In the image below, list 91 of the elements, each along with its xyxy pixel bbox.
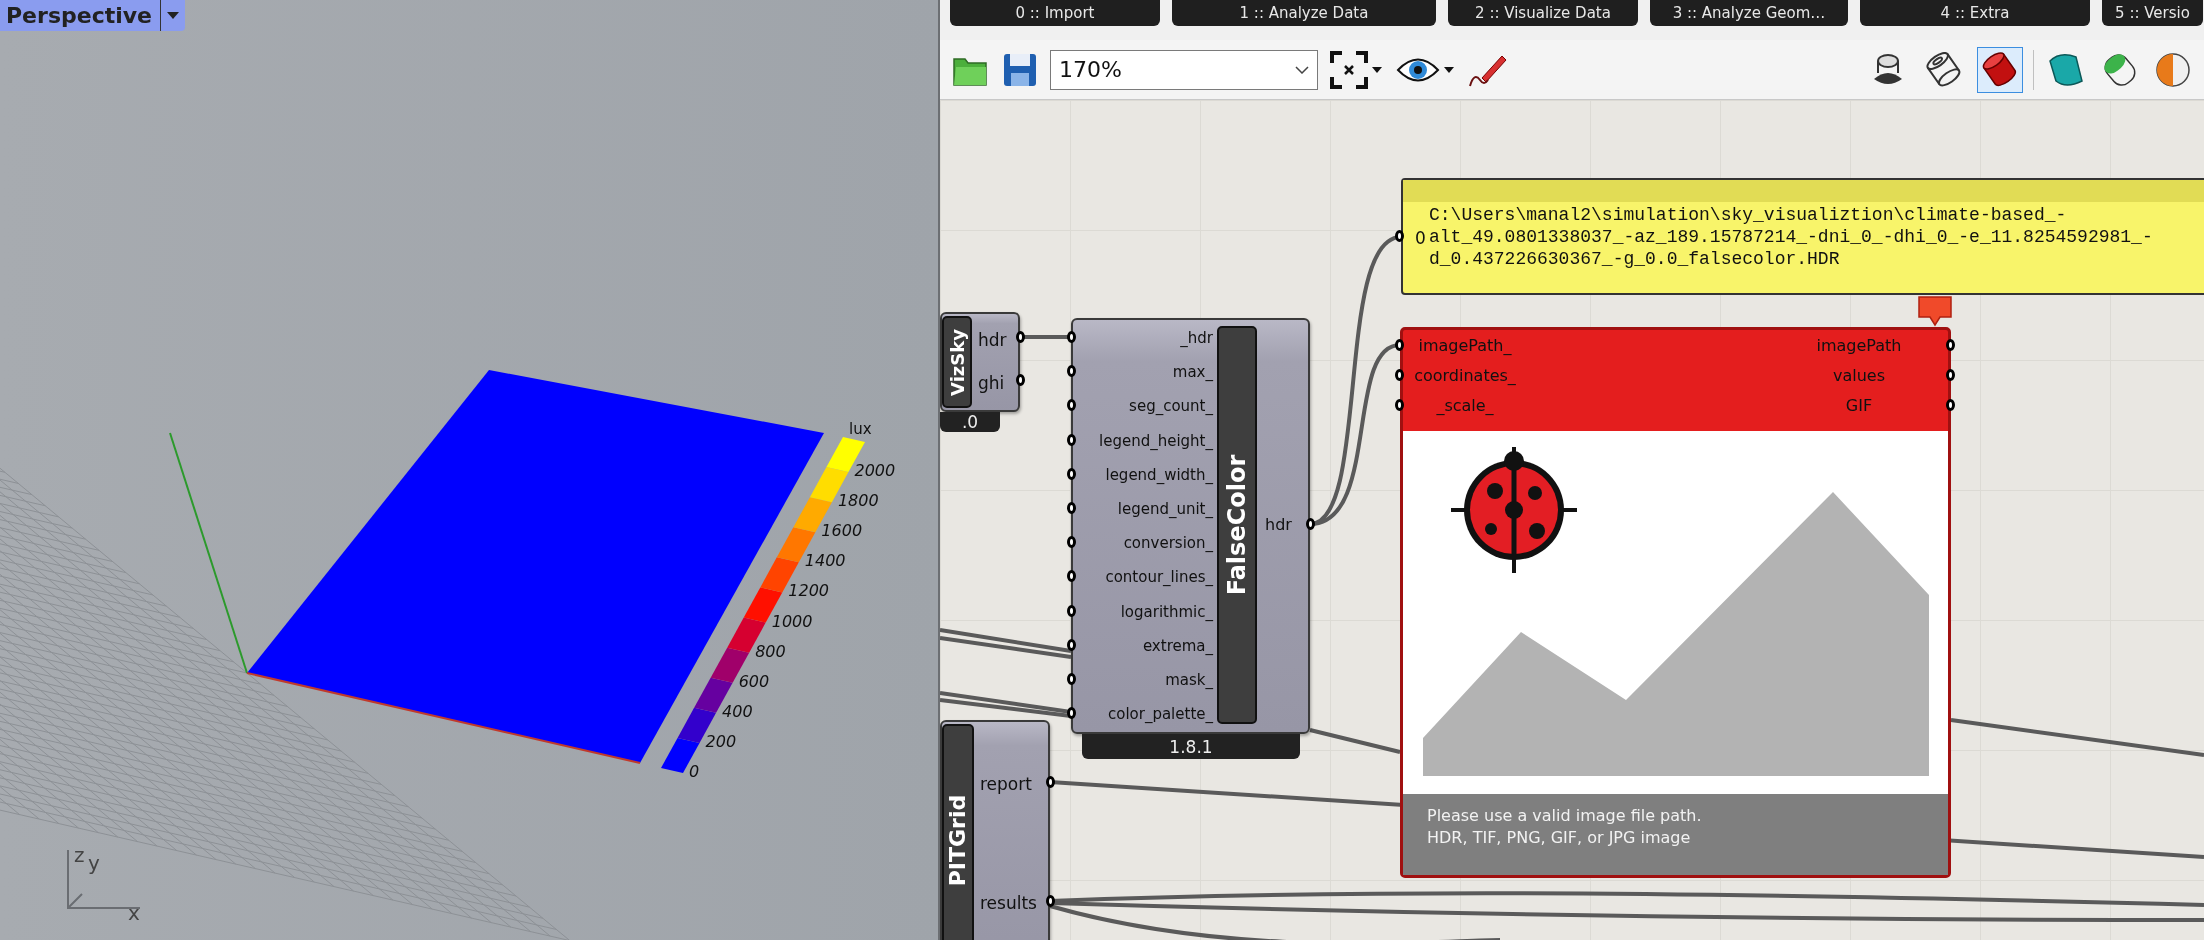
message-text: Please use a valid image file path. xyxy=(1427,806,1703,825)
output-port[interactable] xyxy=(1946,399,1955,411)
legend-label: 800 xyxy=(755,641,786,661)
input-port[interactable] xyxy=(1067,707,1076,720)
component-tab[interactable]: 1 :: Analyze Data xyxy=(1172,0,1436,26)
input-port[interactable] xyxy=(1067,536,1076,549)
output-port[interactable] xyxy=(1946,369,1955,381)
input-port[interactable] xyxy=(1395,339,1404,351)
legend-label: 600 xyxy=(738,671,770,691)
input-port[interactable] xyxy=(1067,467,1076,480)
legend-label: 1000 xyxy=(771,611,813,631)
output-label: ghi xyxy=(978,373,1006,393)
legend-unit: lux xyxy=(849,420,872,438)
component-title-bar: PITGrid xyxy=(942,724,974,940)
input-port[interactable] xyxy=(1067,399,1076,412)
output-label: report xyxy=(980,774,1033,794)
input-label: legend_width_ xyxy=(1104,464,1213,485)
legend-label: 0 xyxy=(689,762,700,781)
legend-label: 200 xyxy=(705,731,737,751)
input-label: color_palette_ xyxy=(1106,704,1213,725)
input-port[interactable] xyxy=(1067,638,1076,651)
shaded-cylinder-icon xyxy=(1981,51,2019,88)
component-tab[interactable]: 5 :: Versio xyxy=(2102,0,2203,26)
panel-index: 0 xyxy=(1415,228,1427,248)
sphere-icon xyxy=(2154,50,2192,89)
image-viewer-node[interactable]: imagePath_ coordinates_ _scale_ imagePath values GIF Please use a valid image file path. HDR, TIF, PNG, GIF, or JPG image xyxy=(1400,327,1951,878)
version-label: 1.8.1 xyxy=(1082,734,1300,759)
component-tab[interactable]: 2 :: Visualize Data xyxy=(1448,0,1638,26)
input-label: legend_height_ xyxy=(1098,430,1213,451)
wireframe-cylinder-icon xyxy=(1925,51,1963,88)
input-label: contour_lines_ xyxy=(1104,567,1213,588)
message-text: HDR, TIF, PNG, GIF, or JPG image xyxy=(1427,828,1692,847)
input-port[interactable] xyxy=(1395,399,1404,411)
caret-icon xyxy=(1372,66,1382,73)
input-label: _hdr xyxy=(1179,328,1213,348)
component-title-bar: FalseColor xyxy=(1217,326,1257,724)
output-port[interactable] xyxy=(1946,339,1955,351)
caret-icon xyxy=(167,12,180,19)
legend-label: 1800 xyxy=(837,491,879,511)
preview-mode-button[interactable] xyxy=(1977,46,2023,93)
input-label: _scale_ xyxy=(1435,396,1495,416)
input-label: coordinates_ xyxy=(1413,366,1517,386)
input-label: seg_count_ xyxy=(1128,396,1213,417)
input-port[interactable] xyxy=(1395,369,1404,381)
component-tab[interactable]: 3 :: Analyze Geom… xyxy=(1650,0,1848,26)
output-port[interactable] xyxy=(1046,895,1055,907)
output-label: hdr xyxy=(978,330,1008,350)
output-port[interactable] xyxy=(1016,331,1025,343)
output-port[interactable] xyxy=(1306,518,1315,530)
output-label: hdr xyxy=(1265,515,1293,535)
output-port[interactable] xyxy=(1046,776,1055,788)
output-label: imagePath xyxy=(1815,336,1903,356)
input-port[interactable] xyxy=(1067,673,1076,685)
output-label: values xyxy=(1831,366,1886,386)
legend-label: 400 xyxy=(722,701,753,721)
panel-text: C:\Users\manal2\simulation\sky_visualiztion\climate-based_-alt_49.0801338037_-az_189.15787214_-dni_0_-dhi_0_-e_11.8254592981_-d_0.437226630367_-g_0.0_falsecolor.HDR xyxy=(1429,204,2154,270)
version-label: .0 xyxy=(940,412,1000,432)
output-label: results xyxy=(980,893,1038,913)
legend-label: 1600 xyxy=(821,521,863,541)
input-label: conversion_ xyxy=(1122,533,1213,554)
component-tab[interactable]: 4 :: Extra xyxy=(1860,0,2090,26)
input-label: legend_unit_ xyxy=(1116,499,1213,519)
comment-bubble-icon xyxy=(1916,295,1954,327)
input-label: imagePath_ xyxy=(1417,336,1513,356)
legend-label: 1400 xyxy=(804,551,846,571)
input-port[interactable] xyxy=(1067,365,1076,378)
axis-label: x xyxy=(128,901,140,925)
input-label: max_ xyxy=(1171,362,1213,383)
axis-label: y xyxy=(88,851,100,875)
chevron-down-icon xyxy=(1295,65,1309,74)
input-port[interactable] xyxy=(1067,570,1076,583)
input-label: extrema_ xyxy=(1141,635,1213,656)
legend-label: 1200 xyxy=(788,581,829,601)
component-tab[interactable]: 0 :: Import xyxy=(950,0,1160,26)
caret-icon xyxy=(1444,66,1454,73)
input-label: mask_ xyxy=(1164,670,1213,690)
legend-label: 2000 xyxy=(854,461,896,481)
output-label: GIF xyxy=(1844,396,1874,416)
input-port[interactable] xyxy=(1067,433,1076,446)
input-label: logarithmic_ xyxy=(1119,601,1213,622)
axis-label: z xyxy=(74,843,85,867)
input-port[interactable] xyxy=(1067,502,1076,514)
frame-corners-icon xyxy=(1330,50,1368,89)
input-port[interactable] xyxy=(1067,604,1076,617)
output-port[interactable] xyxy=(1016,374,1025,386)
text-panel[interactable]: 0 C:\Users\manal2\simulation\sky_visualiztion\climate-based_-alt_49.0801338037_-az_189.15787214_-dni_0_-dhi_0_-e_11.8254592981_-d_0.437226630367_-g_0.0_falsecolor.HDR xyxy=(1401,178,2204,295)
zoom-dropdown[interactable]: 170% xyxy=(1050,49,1318,90)
component-node[interactable]: PITGrid report results xyxy=(940,720,1050,940)
input-port[interactable] xyxy=(1067,331,1076,343)
component-title-bar: VizSky xyxy=(942,316,972,408)
input-port[interactable] xyxy=(1395,230,1404,242)
